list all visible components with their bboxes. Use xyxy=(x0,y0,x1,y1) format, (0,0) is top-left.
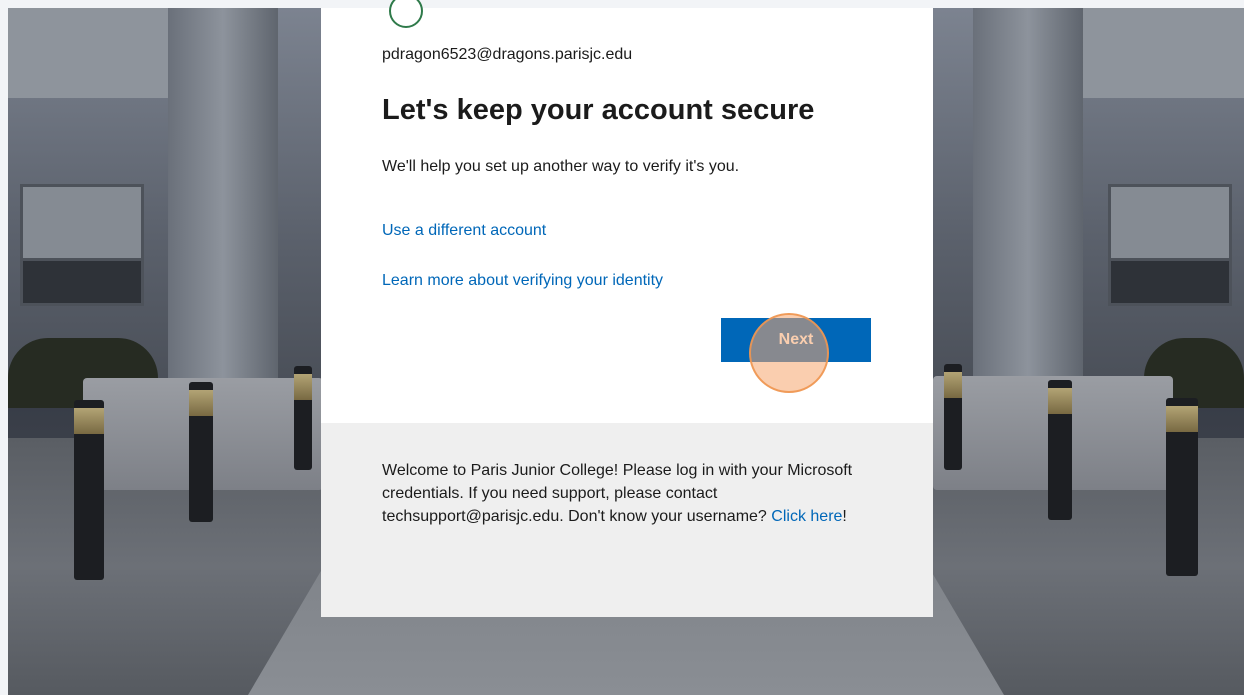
college-logo-icon xyxy=(389,0,423,28)
page-title: Let's keep your account secure xyxy=(382,94,815,126)
next-button[interactable]: Next xyxy=(721,318,871,362)
click-here-link[interactable]: Click here xyxy=(771,508,842,525)
footer-message: Welcome to Paris Junior College! Please … xyxy=(382,459,882,528)
bollard xyxy=(1166,398,1198,576)
window-left xyxy=(20,184,144,306)
window-right xyxy=(1108,184,1232,306)
building-left xyxy=(8,8,338,388)
column-right xyxy=(973,8,1083,388)
bollard xyxy=(1048,380,1072,520)
sky-right xyxy=(1074,8,1244,98)
signin-card: pdragon6523@dragons.parisjc.edu Let's ke… xyxy=(321,0,933,617)
building-right xyxy=(913,8,1244,388)
bollard xyxy=(294,366,312,470)
account-email: pdragon6523@dragons.parisjc.edu xyxy=(382,46,633,63)
bollard xyxy=(944,364,962,470)
footer-panel: Welcome to Paris Junior College! Please … xyxy=(321,423,933,617)
bollard xyxy=(189,382,213,522)
sky-left xyxy=(8,8,178,98)
column-left xyxy=(168,8,278,388)
learn-more-link[interactable]: Learn more about verifying your identity xyxy=(382,272,663,290)
use-different-account-link[interactable]: Use a different account xyxy=(382,222,546,240)
footer-suffix: ! xyxy=(842,508,847,525)
bollard xyxy=(74,400,104,580)
page-description: We'll help you set up another way to ver… xyxy=(382,158,740,175)
